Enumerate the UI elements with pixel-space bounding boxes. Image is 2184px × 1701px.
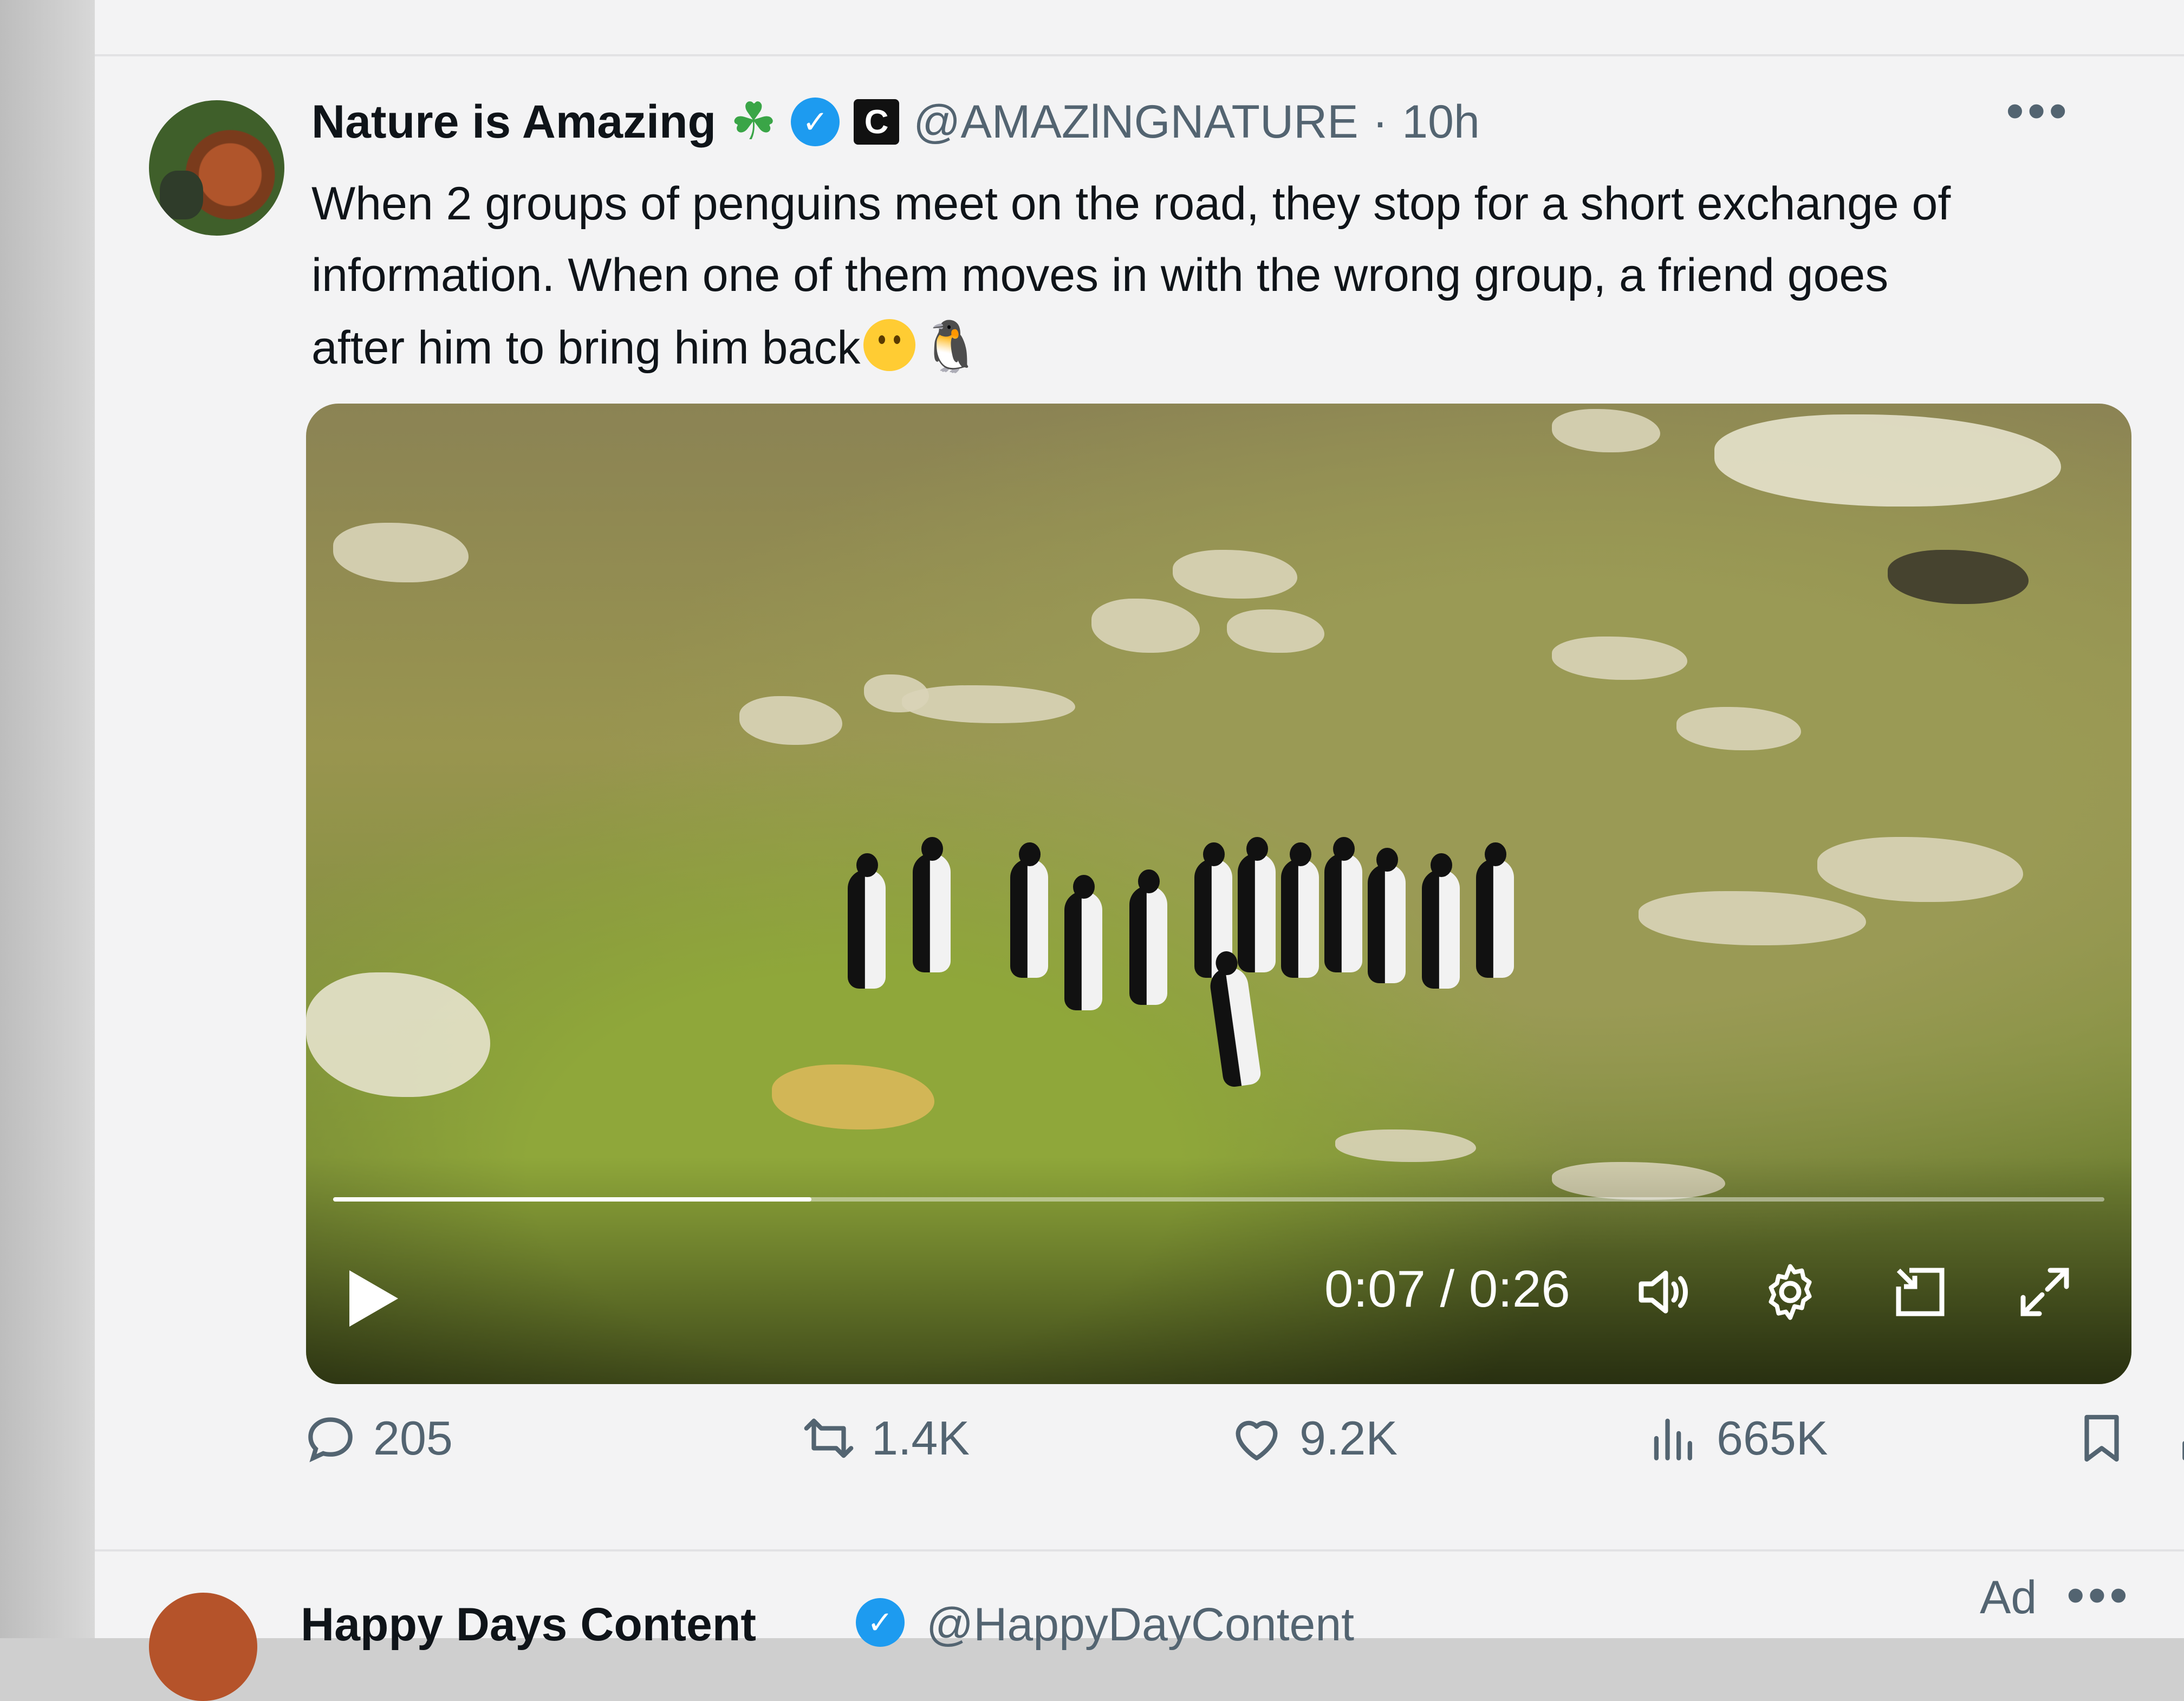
current-time: 0:07 bbox=[1324, 1260, 1426, 1318]
views-button[interactable]: 665K bbox=[1644, 1408, 1828, 1468]
heart-icon bbox=[1236, 1420, 1278, 1460]
bookmark-icon bbox=[2084, 1414, 2119, 1462]
verified-badge-icon[interactable]: ✓ bbox=[791, 98, 840, 146]
next-author-avatar[interactable] bbox=[149, 1593, 257, 1701]
penguin bbox=[1281, 842, 1319, 978]
scenery-rock bbox=[1552, 409, 1660, 452]
scenery-rock bbox=[1552, 637, 1687, 680]
divider bbox=[95, 1549, 2184, 1551]
fullscreen-expand-icon[interactable] bbox=[2012, 1259, 2077, 1325]
verified-badge-icon[interactable]: ✓ bbox=[856, 1598, 905, 1647]
next-author-handle[interactable]: @HappyDayContent bbox=[926, 1598, 1354, 1652]
video-progress-fill bbox=[333, 1197, 811, 1202]
scenery-rock bbox=[306, 972, 490, 1097]
tweet-timestamp[interactable]: 10h bbox=[1402, 95, 1480, 149]
view-count: 665K bbox=[1717, 1411, 1828, 1465]
tweet-text: When 2 groups of penguins meet on the ro… bbox=[311, 168, 1991, 384]
author-handle[interactable]: @AMAZlNGNATURE bbox=[913, 95, 1358, 149]
scenery-rock bbox=[1173, 550, 1297, 599]
screen-bezel bbox=[0, 0, 95, 1638]
repost-icon bbox=[804, 1418, 854, 1458]
scenery-rock bbox=[1091, 599, 1200, 653]
penguin bbox=[1010, 842, 1048, 978]
smiling-face-emoji-icon bbox=[863, 319, 916, 371]
scenery-rock bbox=[1676, 707, 1801, 750]
play-icon[interactable] bbox=[349, 1270, 398, 1327]
video-controls-overlay bbox=[306, 1157, 2131, 1384]
repost-button[interactable]: 1.4K bbox=[799, 1408, 970, 1468]
video-progress-bar[interactable] bbox=[333, 1197, 2104, 1202]
share-upload-icon bbox=[2182, 1441, 2184, 1460]
share-button[interactable] bbox=[2175, 1408, 2184, 1468]
scenery-rock bbox=[1817, 837, 2023, 902]
tweet-body: When 2 groups of penguins meet on the ro… bbox=[311, 178, 1951, 374]
penguin bbox=[913, 837, 951, 972]
tweet-header: Nature is Amazing ☘ ✓ C @AMAZlNGNATURE ·… bbox=[311, 92, 1480, 152]
tweet-actions-bar: 205 1.4K 9.2K 665K bbox=[301, 1408, 2184, 1495]
penguin bbox=[1208, 965, 1262, 1088]
author-name[interactable]: Nature is Amazing bbox=[311, 95, 716, 149]
reply-count: 205 bbox=[373, 1411, 453, 1465]
penguin bbox=[1129, 869, 1167, 1005]
penguin bbox=[1238, 837, 1276, 972]
penguin bbox=[1324, 837, 1362, 972]
scenery-rock bbox=[1227, 609, 1324, 653]
picture-in-picture-icon[interactable] bbox=[1888, 1259, 1953, 1325]
settings-gear-icon[interactable] bbox=[1758, 1259, 1823, 1325]
penguin-emoji-icon: 🐧 bbox=[920, 319, 982, 374]
more-options-button[interactable]: ••• bbox=[2006, 81, 2070, 141]
separator-dot: · bbox=[1372, 95, 1388, 148]
scenery-rock bbox=[1888, 550, 2029, 604]
next-tweet[interactable]: Happy Days Content ✓ @HappyDayContent Ad… bbox=[127, 1566, 2131, 1701]
volume-icon[interactable] bbox=[1630, 1259, 1695, 1325]
scenery-rock bbox=[864, 674, 929, 712]
video-timecode: 0:07 / 0:26 bbox=[1324, 1259, 1570, 1319]
video-player[interactable]: 0:07 / 0:26 bbox=[306, 404, 2131, 1384]
analytics-bars-icon bbox=[1654, 1418, 1692, 1460]
next-more-options-button[interactable]: ••• bbox=[2066, 1566, 2131, 1625]
scenery-rock bbox=[1639, 891, 1866, 945]
next-author-name[interactable]: Happy Days Content bbox=[301, 1598, 756, 1652]
penguin bbox=[1476, 842, 1514, 978]
ad-label: Ad bbox=[1980, 1572, 2037, 1624]
affiliate-badge-icon[interactable]: C bbox=[854, 99, 900, 145]
repost-count: 1.4K bbox=[872, 1411, 970, 1465]
duration: 0:26 bbox=[1468, 1260, 1570, 1318]
time-separator: / bbox=[1425, 1260, 1469, 1318]
scenery-rock bbox=[1714, 414, 2061, 507]
bookmark-button[interactable] bbox=[2072, 1408, 2131, 1468]
like-count: 9.2K bbox=[1299, 1411, 1398, 1465]
penguin bbox=[848, 853, 886, 989]
penguin bbox=[1422, 853, 1460, 989]
penguin bbox=[1064, 875, 1102, 1010]
scenery-rock bbox=[739, 696, 842, 745]
divider bbox=[95, 54, 2184, 56]
reply-icon bbox=[308, 1417, 353, 1463]
timeline: Nature is Amazing ☘ ✓ C @AMAZlNGNATURE ·… bbox=[95, 0, 2184, 1701]
scenery-rock bbox=[333, 523, 469, 582]
like-button[interactable]: 9.2K bbox=[1227, 1408, 1398, 1468]
scenery-rock bbox=[772, 1064, 934, 1129]
reply-button[interactable]: 205 bbox=[301, 1408, 453, 1468]
author-avatar[interactable] bbox=[149, 100, 284, 236]
penguin bbox=[1368, 848, 1406, 983]
shamrock-icon: ☘ bbox=[730, 93, 777, 151]
